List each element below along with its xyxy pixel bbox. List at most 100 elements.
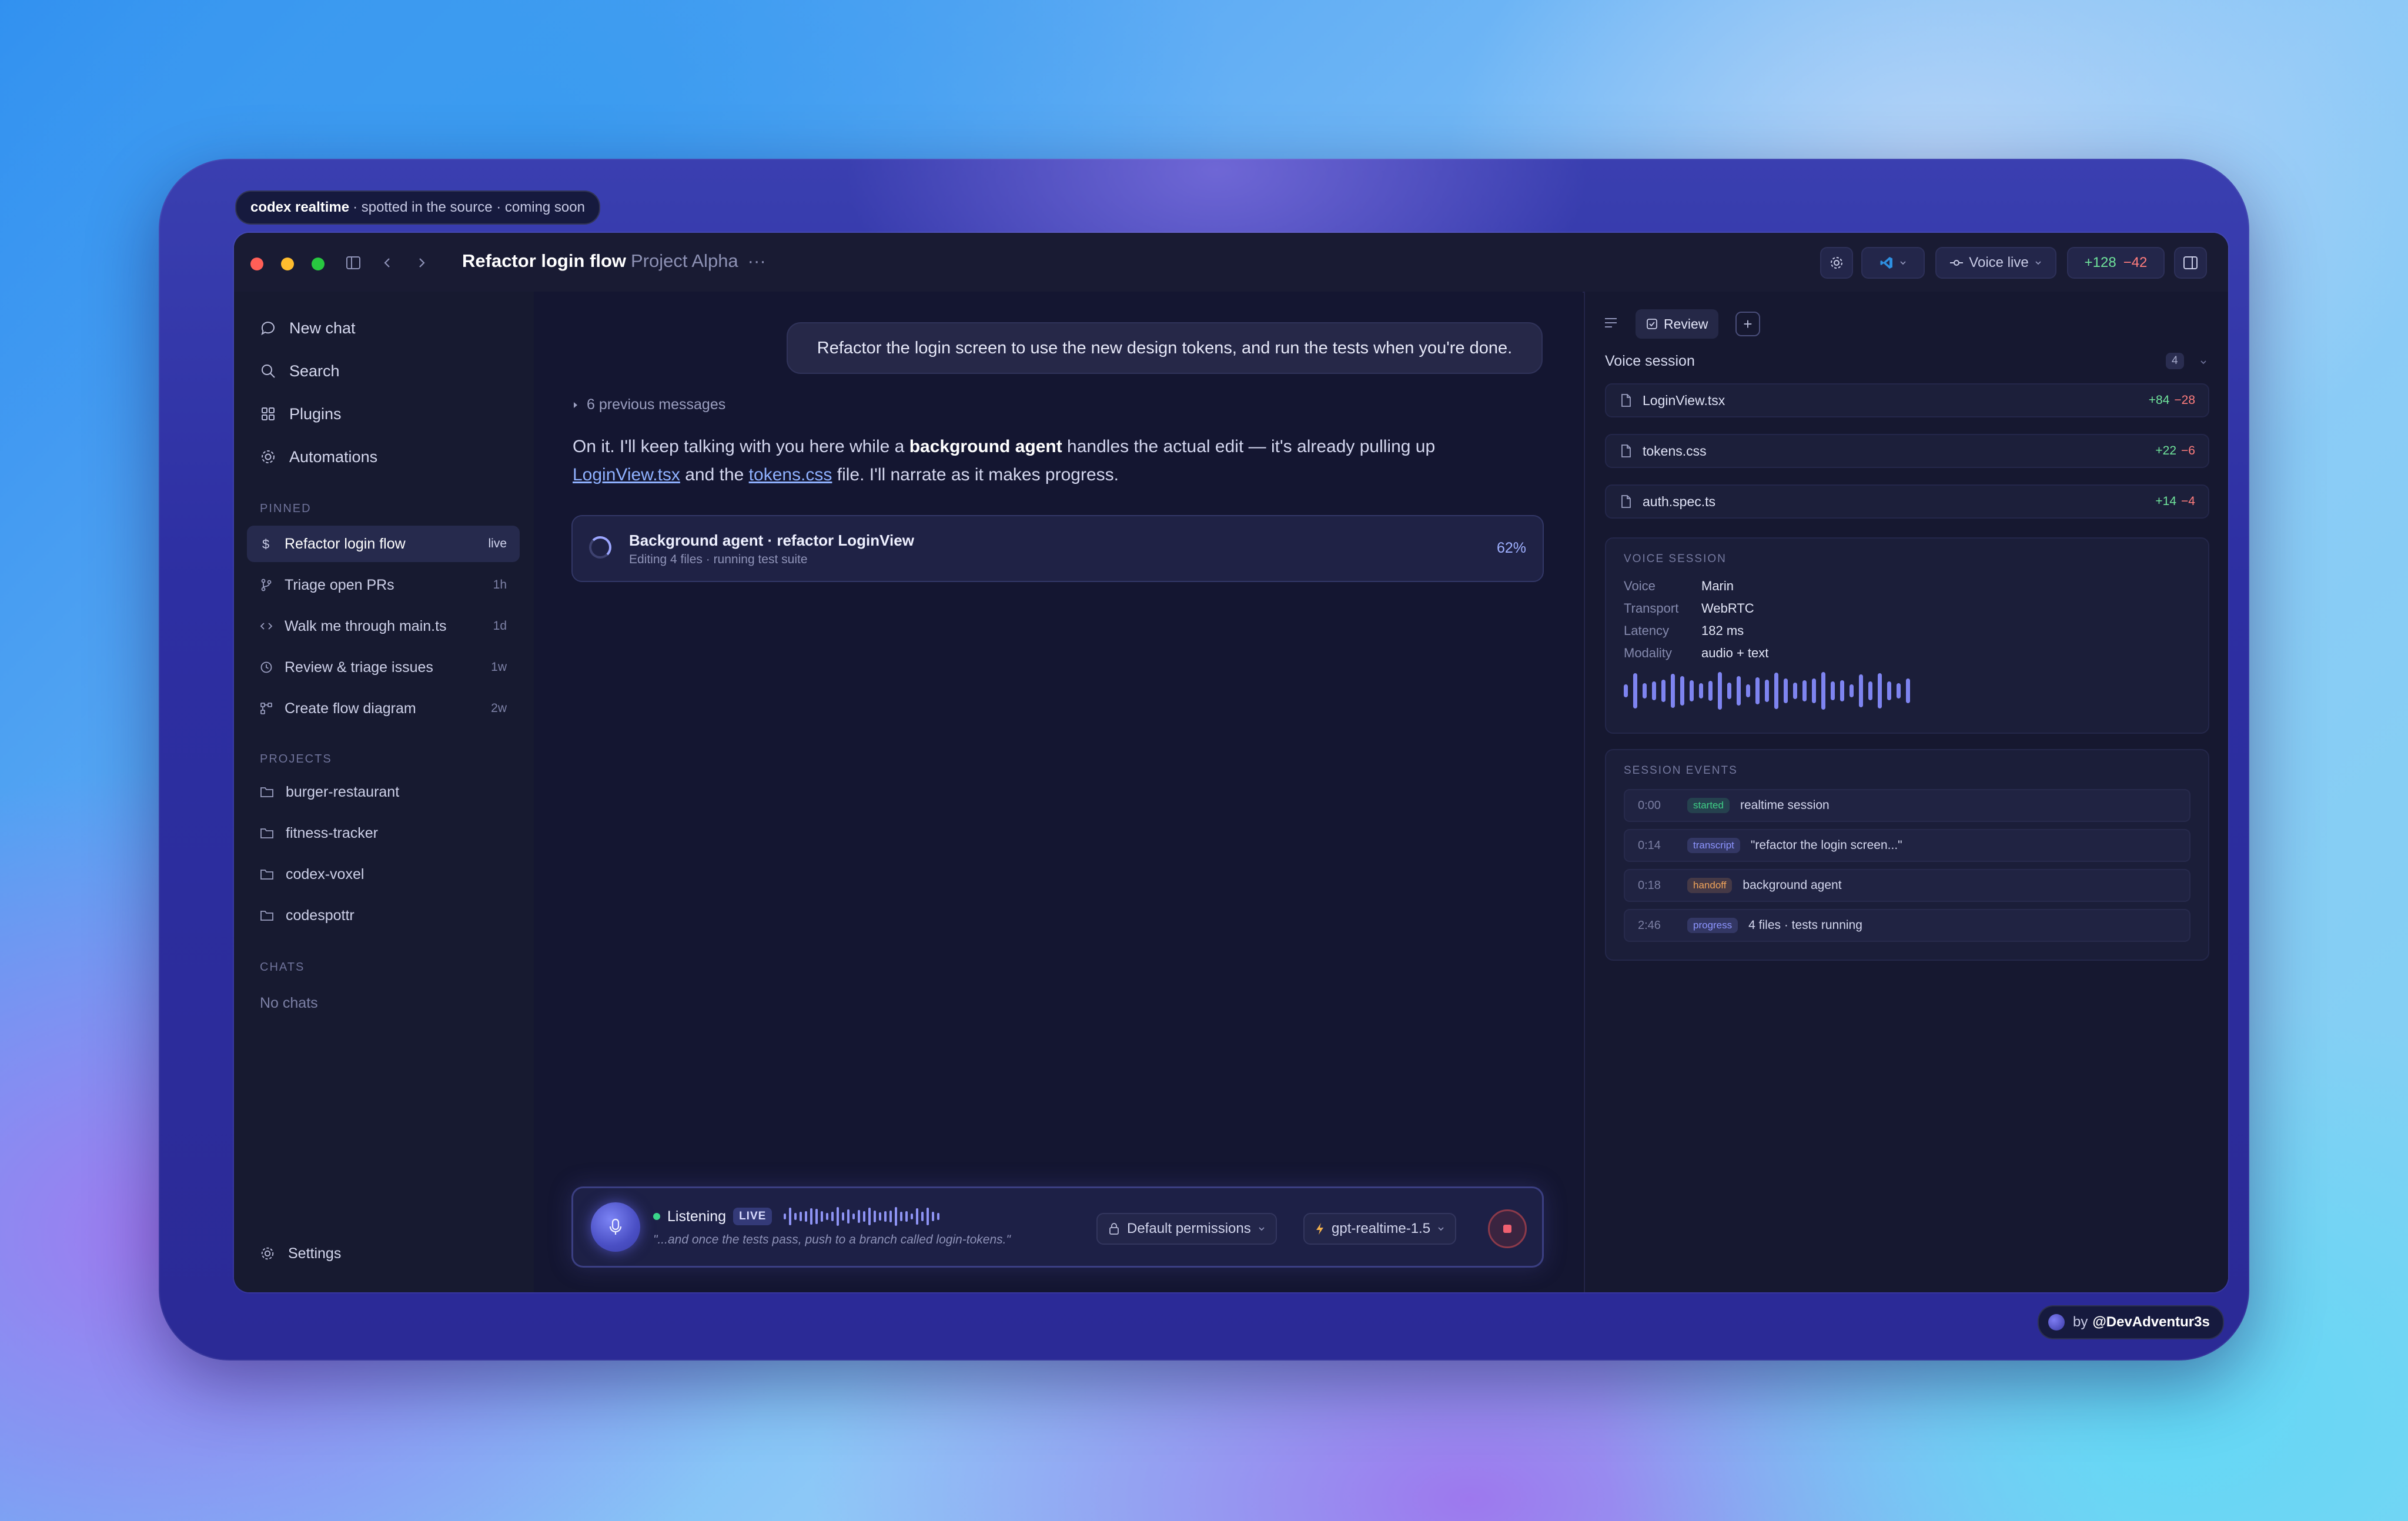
detail-value: Marin xyxy=(1701,579,1734,593)
project-item[interactable]: fitness-tracker xyxy=(247,815,520,851)
gear-icon xyxy=(262,450,275,463)
sidebar-item-search[interactable]: Search xyxy=(247,353,340,389)
project-label: fitness-tracker xyxy=(286,824,378,841)
credit-prefix: by xyxy=(2073,1314,2088,1330)
project-item[interactable]: codex-voxel xyxy=(247,856,520,892)
pinned-item-review-triage[interactable]: Review & triage issues 1w xyxy=(247,649,520,686)
chat-title: Refactor login flow xyxy=(462,250,626,271)
grid-icon xyxy=(262,407,275,420)
search-icon xyxy=(262,365,275,378)
vscode-button[interactable] xyxy=(1861,247,1925,279)
forward-arrow-icon[interactable] xyxy=(412,253,432,273)
event-row[interactable]: 0:00 started realtime session xyxy=(1624,789,2190,822)
menu-icon[interactable] xyxy=(1604,316,1618,332)
vscode-icon xyxy=(1880,257,1892,269)
model-label: gpt-realtime-1.5 xyxy=(1332,1221,1431,1236)
file-name: auth.spec.ts xyxy=(1643,493,1716,509)
maximize-light[interactable] xyxy=(312,258,325,270)
file-diff: +14 −4 xyxy=(2155,494,2195,509)
sidebar-item-automations[interactable]: Automations xyxy=(247,439,377,474)
panel-icon xyxy=(2183,256,2198,269)
chat-bubble-icon xyxy=(261,322,275,336)
voice-live-button[interactable]: Voice live xyxy=(1935,247,2056,279)
mic-button[interactable] xyxy=(591,1202,640,1252)
back-arrow-icon[interactable] xyxy=(377,253,397,273)
banner-brand: codex realtime xyxy=(250,199,350,215)
file-diff-added: +14 xyxy=(2155,494,2177,508)
tab-review[interactable]: Review xyxy=(1636,309,1719,339)
waveform-bar xyxy=(831,1211,834,1222)
waveform-bar xyxy=(815,1209,818,1224)
file-link-loginview[interactable]: LoginView.tsx xyxy=(573,465,680,484)
clock-icon xyxy=(260,661,272,673)
add-tab-button[interactable]: + xyxy=(1735,312,1760,336)
background-agent-card[interactable]: Background agent · refactor LoginView Ed… xyxy=(571,515,1544,582)
reply-bold: background agent xyxy=(909,437,1062,456)
microphone-icon xyxy=(609,1218,622,1235)
dollar-icon: $ xyxy=(262,537,269,551)
pinned-item-walk-me-through[interactable]: Walk me through main.ts 1d xyxy=(247,608,520,644)
pinned-item-refactor-login-flow[interactable]: $ Refactor login flow live xyxy=(247,526,520,562)
waveform-bar xyxy=(858,1209,861,1224)
author-credit[interactable]: by @DevAdventur3s xyxy=(2038,1305,2224,1339)
diff-summary-button[interactable]: +128 −42 xyxy=(2067,247,2165,279)
waveform-bar xyxy=(1774,673,1778,709)
tab-review-label: Review xyxy=(1664,316,1708,332)
event-row[interactable]: 2:46 progress 4 files · tests running xyxy=(1624,909,2190,942)
file-icon xyxy=(1621,495,1631,508)
project-item[interactable]: burger-restaurant xyxy=(247,774,520,810)
stop-button[interactable] xyxy=(1488,1209,1527,1248)
sidebar-item-settings[interactable]: Settings xyxy=(247,1236,341,1271)
permissions-dropdown[interactable]: Default permissions xyxy=(1096,1213,1277,1245)
sidebar-toggle-icon[interactable] xyxy=(343,253,363,273)
waveform-bar xyxy=(1661,679,1665,703)
chevron-down-icon[interactable] xyxy=(2200,359,2207,366)
project-name[interactable]: Project Alpha xyxy=(631,250,738,271)
event-row[interactable]: 0:14 transcript "refactor the login scre… xyxy=(1624,829,2190,862)
model-dropdown[interactable]: gpt-realtime-1.5 xyxy=(1303,1213,1457,1245)
waveform-bar xyxy=(911,1213,914,1220)
right-panel-toggle[interactable] xyxy=(2174,247,2207,279)
pinned-item-age: live xyxy=(488,537,507,550)
waveform-bar xyxy=(1737,676,1741,706)
event-row[interactable]: 0:18 handoff background agent xyxy=(1624,869,2190,902)
changed-file-row[interactable]: tokens.css +22 −6 xyxy=(1605,434,2209,468)
sidebar-item-label: New chat xyxy=(289,319,356,337)
project-item[interactable]: codespottr xyxy=(247,897,520,934)
pinned-item-label: Triage open PRs xyxy=(285,576,394,593)
voice-session-count: 4 xyxy=(2166,353,2184,369)
waveform-bar xyxy=(1887,681,1891,700)
file-diff-added: +22 xyxy=(2155,444,2177,457)
voice-waveform xyxy=(784,1206,940,1227)
more-menu[interactable]: ··· xyxy=(748,250,766,271)
changed-file-row[interactable]: auth.spec.ts +14 −4 xyxy=(1605,484,2209,519)
waveform-bar xyxy=(1812,678,1816,704)
settings-button[interactable] xyxy=(1820,247,1853,279)
sidebar-item-plugins[interactable]: Plugins xyxy=(247,396,342,432)
waveform-bar xyxy=(1755,677,1760,704)
gear-icon xyxy=(261,1247,274,1260)
event-text: realtime session xyxy=(1740,798,1830,812)
file-name: tokens.css xyxy=(1643,443,1707,459)
waveform-bar xyxy=(805,1211,808,1222)
changed-file-row[interactable]: LoginView.tsx +84 −28 xyxy=(1605,383,2209,417)
spinner-icon xyxy=(589,536,611,559)
detail-key: Latency xyxy=(1624,623,1670,638)
minimize-light[interactable] xyxy=(281,258,294,270)
pinned-item-create-flow-diagram[interactable]: Create flow diagram 2w xyxy=(247,690,520,727)
pinned-section-label: PINNED xyxy=(260,502,312,515)
detail-key: Voice xyxy=(1624,579,1656,593)
waveform-bar xyxy=(1906,678,1910,704)
previous-messages-toggle[interactable]: 6 previous messages xyxy=(573,396,725,413)
waveform-bar xyxy=(1671,673,1675,708)
close-light[interactable] xyxy=(250,258,263,270)
pinned-item-triage-open-prs[interactable]: Triage open PRs 1h xyxy=(247,567,520,603)
sidebar-item-new-chat[interactable]: New chat xyxy=(247,310,356,346)
chevron-down-icon xyxy=(1438,1227,1444,1231)
file-link-tokens[interactable]: tokens.css xyxy=(749,465,832,484)
waveform-bar xyxy=(1624,684,1628,697)
details-label: VOICE SESSION xyxy=(1624,553,1727,565)
branch-icon xyxy=(261,579,272,591)
sidebar-item-label: Plugins xyxy=(289,405,342,423)
waveform-bar xyxy=(1850,684,1854,698)
